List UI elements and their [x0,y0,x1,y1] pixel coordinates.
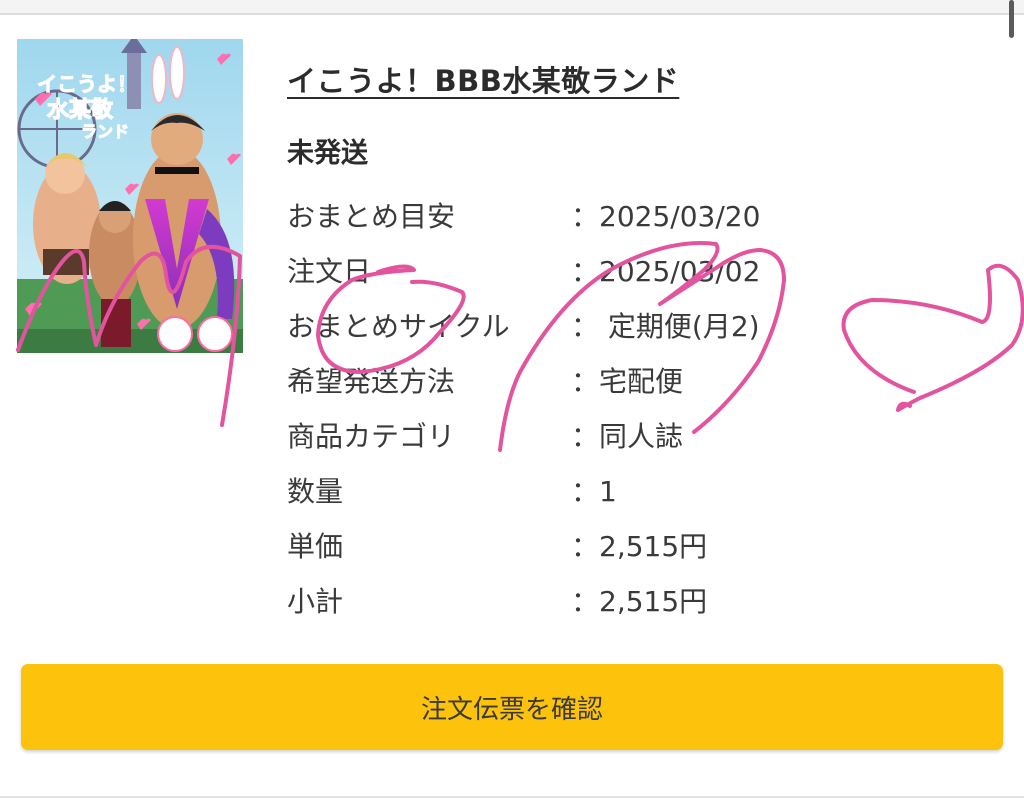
svg-text:イこうよ！: イこうよ！ [37,72,137,96]
detail-value: ：宅配便 [571,365,684,398]
detail-value: ：同人誌 [571,420,684,453]
detail-value: ：2,515円 [571,530,708,563]
detail-label: 小計 [287,585,344,618]
detail-value: ：1 [571,475,617,508]
detail-row-bundle-cycle: おまとめサイクル ： 定期便(月2) [287,305,847,360]
product-cover-image[interactable]: イこうよ！ 水某敬 ランド [17,39,243,353]
detail-row-bundle-date: おまとめ目安 ：2025/03/20 [287,195,847,250]
detail-label: 希望発送方法 [287,365,456,398]
detail-label: おまとめ目安 [287,200,456,233]
svg-text:ランド: ランド [81,122,129,141]
detail-row-category: 商品カテゴリ ：同人誌 [287,415,847,470]
detail-row-shipping-method: 希望発送方法 ：宅配便 [287,360,847,415]
detail-label: おまとめサイクル [287,310,510,343]
svg-text:水某敬: 水某敬 [47,97,114,123]
cover-illustration: イこうよ！ 水某敬 ランド [17,39,243,353]
top-divider [0,0,1024,15]
detail-value: ： 定期便(月2) [571,310,760,343]
confirm-order-slip-button[interactable]: 注文伝票を確認 [21,664,1003,750]
detail-label: 数量 [287,475,344,508]
bottom-divider [0,796,1024,798]
detail-label: 単価 [287,530,344,563]
detail-value: ：2025/03/20 [571,200,761,233]
product-title-link[interactable]: イこうよ！BBB水某敬ランド [287,58,679,100]
shipping-status: 未発送 [287,138,368,169]
detail-label: 商品カテゴリ [287,420,456,453]
scribble-heart-stroke [841,263,1024,412]
detail-label: 注文日 [287,255,372,288]
detail-value: ：2025/03/02 [571,255,761,288]
detail-row-quantity: 数量 ：1 [287,470,847,525]
detail-value: ：2,515円 [571,585,708,618]
detail-row-order-date: 注文日 ：2025/03/02 [287,250,847,305]
detail-row-unit-price: 単価 ：2,515円 [287,525,847,580]
order-details-list: おまとめ目安 ：2025/03/20 注文日 ：2025/03/02 おまとめサ… [287,195,847,635]
detail-row-subtotal: 小計 ：2,515円 [287,580,847,635]
scrollbar-thumb[interactable] [1009,0,1014,38]
